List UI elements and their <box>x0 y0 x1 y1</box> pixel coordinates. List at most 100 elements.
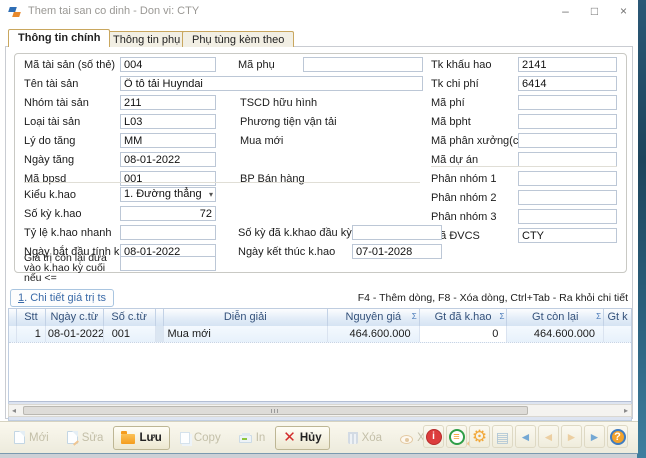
ma-du-an-input[interactable] <box>518 152 617 167</box>
cell-gt-k[interactable] <box>604 326 631 342</box>
ly-do-tang-input[interactable] <box>120 133 216 148</box>
new-button[interactable]: Mới <box>6 426 57 450</box>
label-kieu-khao: Kiểu k.hao <box>24 188 76 202</box>
label-ty-le-khao: Tỷ lệ k.hao nhanh <box>24 226 111 240</box>
detail-tab-chi-tiet-gia-tri[interactable]: 1. Chi tiết giá trị ts <box>10 289 114 307</box>
grid-header-spacer <box>156 309 164 326</box>
grid-header-gutter <box>9 309 17 326</box>
grid-header-ngay-ctu[interactable]: Ngày c.từ <box>46 309 104 326</box>
nhom-tai-san-input[interactable] <box>120 95 216 110</box>
first-record-button[interactable]: ◄ <box>515 425 536 448</box>
minimize-button[interactable]: – <box>551 0 580 22</box>
horizontal-scrollbar[interactable]: ◂ ▸ <box>8 404 632 417</box>
sigma-icon[interactable]: Σ <box>596 312 601 322</box>
eye-icon <box>400 435 413 444</box>
label-ma-tai-san: Mã tài sản (số thẻ) <box>24 58 115 72</box>
sigma-icon[interactable]: Σ <box>412 312 417 322</box>
previous-record-button[interactable]: ◄ <box>538 425 559 448</box>
tab-thong-tin-phu[interactable]: Thông tin phụ <box>103 31 190 47</box>
ty-le-khao-input[interactable] <box>120 225 216 240</box>
ma-phan-xuong-input[interactable] <box>518 133 617 148</box>
cell-dien-giai[interactable]: Mua mới <box>164 326 328 342</box>
delete-button[interactable]: Xóa <box>340 426 390 450</box>
table-row[interactable]: 1 08-01-2022 001 Mua mới 464.600.000 0 4… <box>9 326 631 343</box>
grid-header-gt-da-khao[interactable]: Gt đã k.hao Σ <box>420 309 508 326</box>
scrollbar-thumb[interactable] <box>23 406 528 415</box>
scrollbar-grip <box>271 409 280 413</box>
new-document-icon <box>14 431 25 444</box>
close-button[interactable]: × <box>609 0 638 22</box>
grid-empty-area[interactable] <box>9 343 631 401</box>
menu-button[interactable]: ≡ <box>446 425 467 448</box>
sigma-icon[interactable]: Σ <box>499 312 504 322</box>
grid-header-nguyen-gia[interactable]: Nguyên giá Σ <box>328 309 420 326</box>
label-phan-nhom-1: Phân nhóm 1 <box>431 172 496 186</box>
tab-thong-tin-chinh[interactable]: Thông tin chính <box>8 29 110 47</box>
label-phan-nhom-3: Phân nhóm 3 <box>431 210 496 224</box>
title-bar: Them tai san co dinh - Don vi: CTY – □ × <box>0 0 638 24</box>
ngay-ket-thuc-input[interactable] <box>352 244 442 259</box>
save-button[interactable]: Lưu <box>113 426 169 450</box>
help-button[interactable]: ? <box>607 425 628 448</box>
next-record-button[interactable]: ► <box>561 425 582 448</box>
kieu-khao-select[interactable]: 1. Đường thẳng ▾ <box>120 187 216 202</box>
ma-dvcs-input[interactable] <box>518 228 617 243</box>
grid-header-so-ctu[interactable]: Số c.từ <box>104 309 156 326</box>
next-record-icon: ► <box>566 430 578 444</box>
tab-phu-tung-kem-theo[interactable]: Phụ tùng kèm theo <box>182 31 294 47</box>
ma-phi-input[interactable] <box>518 95 617 110</box>
cell-stt[interactable]: 1 <box>17 326 46 342</box>
grid-hotkey-hint: F4 - Thêm dòng, F8 - Xóa dòng, Ctrl+Tab … <box>358 292 628 304</box>
khao-separator <box>24 182 420 183</box>
cell-ngay-ctu[interactable]: 08-01-2022 <box>46 326 104 342</box>
window-title: Them tai san co dinh - Don vi: CTY <box>28 5 199 17</box>
cell-gt-da-khao[interactable]: 0 <box>420 326 508 342</box>
ma-bpsd-input[interactable] <box>120 171 216 186</box>
delete-button-label: Xóa <box>362 432 382 444</box>
app-icon <box>9 6 21 18</box>
scroll-right-arrow-icon[interactable]: ▸ <box>621 405 631 416</box>
cancel-button[interactable]: ✕ Hủy <box>275 426 329 450</box>
cell-nguyen-gia[interactable]: 464.600.000 <box>328 326 420 342</box>
grid-header-row: Stt Ngày c.từ Số c.từ Diễn giải Nguyên g… <box>9 309 631 326</box>
gia-tri-con-lai-input[interactable] <box>120 256 216 271</box>
maximize-button[interactable]: □ <box>580 0 609 22</box>
phan-nhom-1-input[interactable] <box>518 171 617 186</box>
grid-header-gt-k[interactable]: Gt k <box>604 309 631 326</box>
label-ngay-ket-thuc: Ngày kết thúc k.hao <box>238 245 335 259</box>
grid-header-gt-con-lai[interactable]: Gt còn lại Σ <box>507 309 604 326</box>
so-ky-da-khao-input[interactable] <box>352 225 442 240</box>
label-ma-phu: Mã phụ <box>238 58 275 72</box>
so-ky-khao-input[interactable] <box>120 206 216 221</box>
edit-button-label: Sửa <box>82 432 104 444</box>
info-button[interactable]: i <box>423 425 444 448</box>
screen: Them tai san co dinh - Don vi: CTY – □ ×… <box>0 0 646 458</box>
previous-record-icon: ◄ <box>543 430 555 444</box>
settings-button[interactable]: ⚙ <box>469 425 490 448</box>
ma-phu-input[interactable] <box>303 57 423 72</box>
print-button[interactable]: In <box>231 426 274 450</box>
grid-header-nguyen-gia-label: Nguyên giá <box>346 311 402 323</box>
ma-bpht-input[interactable] <box>518 114 617 129</box>
notes-button[interactable]: ▤ <box>492 425 513 448</box>
edit-button[interactable]: Sửa <box>59 426 112 450</box>
chevron-down-icon: ▾ <box>209 188 213 201</box>
phan-nhom-2-input[interactable] <box>518 190 617 205</box>
tk-khau-hao-input[interactable] <box>518 57 617 72</box>
cell-gt-con-lai[interactable]: 464.600.000 <box>507 326 604 342</box>
last-record-button[interactable]: ► <box>584 425 605 448</box>
phan-nhom-3-input[interactable] <box>518 209 617 224</box>
copy-button[interactable]: Copy <box>172 426 229 450</box>
cell-so-ctu[interactable]: 001 <box>104 326 156 342</box>
grid-header-stt[interactable]: Stt <box>17 309 46 326</box>
loai-tai-san-input[interactable] <box>120 114 216 129</box>
gear-icon: ⚙ <box>472 428 487 445</box>
ten-tai-san-input[interactable] <box>120 76 423 91</box>
label-gia-tri-con-lai: Giá trị còn lại đưa vào k.hao kỳ cuối nế… <box>24 253 118 283</box>
ngay-tang-input[interactable] <box>120 152 216 167</box>
tk-chi-phi-input[interactable] <box>518 76 617 91</box>
loai-tai-san-desc: Phương tiện vận tải <box>240 115 337 129</box>
scroll-left-arrow-icon[interactable]: ◂ <box>9 405 19 416</box>
ma-tai-san-input[interactable] <box>120 57 216 72</box>
grid-header-dien-giai[interactable]: Diễn giải <box>164 309 328 326</box>
